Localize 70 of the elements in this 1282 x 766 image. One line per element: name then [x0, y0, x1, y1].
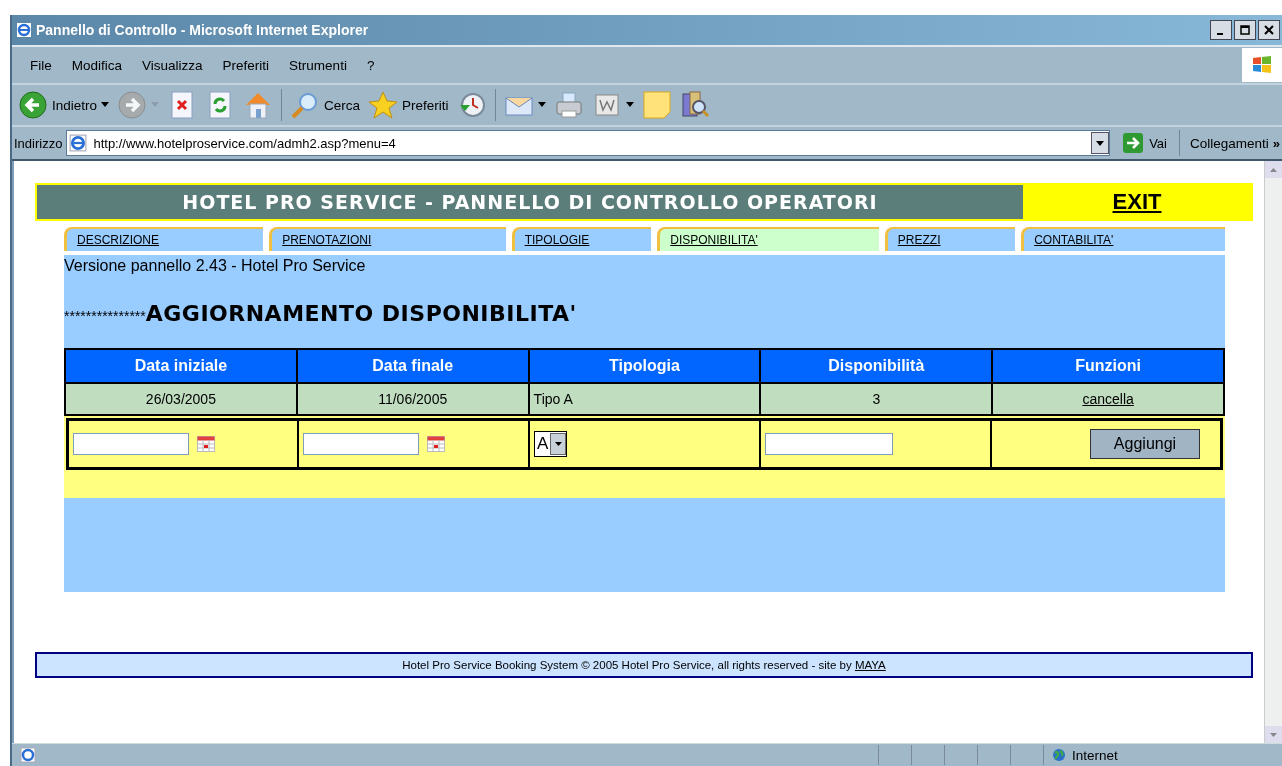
nav-tab[interactable]: DISPONIBILITA'	[657, 227, 879, 251]
exit-link[interactable]: EXIT	[1023, 189, 1251, 215]
down-arrow-icon	[1270, 732, 1277, 737]
caret-icon	[537, 102, 546, 108]
site-link[interactable]: MAYA	[854, 659, 886, 671]
address-label: Indirizzo	[14, 135, 63, 151]
links-label[interactable]: Collegamenti	[1183, 135, 1269, 151]
column-header: Funzioni	[992, 349, 1224, 383]
printer-icon	[553, 90, 584, 120]
star-icon	[368, 90, 399, 120]
column-header: Data iniziale	[65, 349, 297, 383]
search-button[interactable]: Cerca	[286, 90, 365, 120]
minimize-button[interactable]	[1210, 20, 1232, 40]
up-arrow-icon	[1270, 167, 1277, 172]
menu-item[interactable]: Strumenti	[279, 57, 357, 73]
close-button[interactable]	[1258, 20, 1280, 40]
maximize-icon	[1240, 25, 1250, 35]
caret-icon	[151, 102, 160, 108]
books-icon	[679, 90, 710, 120]
globe-icon	[1052, 748, 1066, 762]
nav-tab[interactable]: TIPOLOGIE	[511, 227, 652, 251]
calendar-icon[interactable]	[197, 436, 215, 452]
back-button[interactable]: Indietro	[14, 90, 114, 120]
column-header: Data finale	[296, 349, 529, 383]
go-button[interactable]: Vai	[1114, 132, 1175, 154]
menu-item[interactable]: Visualizza	[132, 57, 213, 73]
table-cell: 26/03/2005	[65, 383, 297, 415]
dropdown-button[interactable]	[1091, 132, 1110, 154]
security-zone: Internet	[1072, 747, 1118, 763]
column-header: Disponibilità	[760, 349, 993, 383]
end-date-field[interactable]	[303, 433, 420, 455]
maximize-button[interactable]	[1234, 20, 1256, 40]
footer-text: Hotel Pro Service Booking System © 2005 Hotel Pro Service, all rights reserved - site by MAYA	[35, 652, 1253, 678]
delete-link[interactable]: cancella	[1082, 391, 1134, 407]
type-select[interactable]: A	[534, 431, 568, 457]
table-cell: Tipo A	[528, 383, 761, 415]
table-cell: 3	[760, 383, 993, 415]
page-icon	[20, 747, 36, 763]
nav-tab[interactable]: PREZZI	[884, 227, 1016, 251]
menu-item[interactable]: File	[20, 57, 62, 73]
window-title: Pannello di Controllo - Microsoft Internet Explorer	[36, 22, 369, 38]
favorites-button[interactable]: Preferiti	[364, 90, 453, 120]
scrollbar[interactable]	[1264, 161, 1282, 743]
start-date-field[interactable]	[73, 433, 189, 455]
section-title: AGGIORNAMENTO DISPONIBILITA'	[145, 301, 577, 326]
caret-icon	[625, 102, 634, 108]
nav-tab[interactable]: DESCRIZIONE	[64, 227, 264, 251]
close-icon	[1264, 25, 1274, 35]
address-field[interactable]: http://www.hotelproservice.com/admh2.asp?menu=4	[66, 130, 1111, 156]
add-button[interactable]: Aggiungi	[1090, 429, 1200, 459]
availability-field[interactable]	[764, 433, 893, 455]
version-text: Versione pannello 2.43 - Hotel Pro Service	[64, 256, 367, 275]
nav-tab[interactable]: CONTABILITA'	[1021, 227, 1225, 251]
caret-icon	[1096, 140, 1105, 146]
asterisk-line: ***************	[64, 308, 146, 324]
header-title: HOTEL PRO SERVICE - PANNELLO DI CONTROLLO OPERATORI	[37, 185, 1023, 219]
caret-icon	[554, 442, 562, 446]
nav-tab[interactable]: PRENOTAZIONI	[269, 227, 506, 251]
menu-item[interactable]: ?	[356, 57, 385, 73]
more-chevron[interactable]: »	[1272, 135, 1282, 151]
calendar-icon[interactable]	[427, 436, 446, 452]
note-icon	[641, 90, 672, 120]
caret-icon	[101, 102, 110, 108]
column-header: Tipologia	[528, 349, 761, 383]
table-cell: 11/06/2005	[296, 383, 529, 415]
page-icon	[69, 134, 88, 152]
menu-item[interactable]: Preferiti	[212, 57, 280, 73]
browser-icon	[16, 22, 32, 38]
menu-item[interactable]: Modifica	[61, 57, 133, 73]
minimize-icon	[1217, 33, 1223, 35]
